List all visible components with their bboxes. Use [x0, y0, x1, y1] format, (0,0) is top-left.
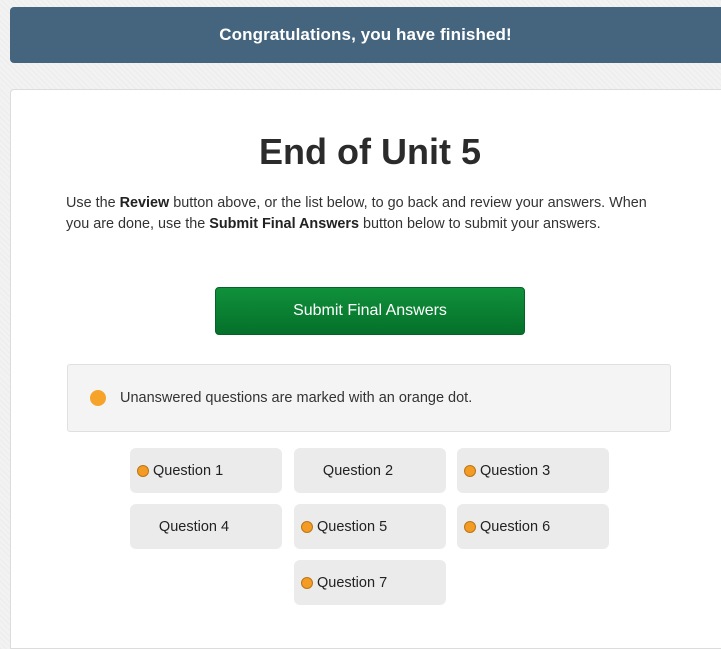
- instructions-part-1: Use the: [66, 195, 120, 211]
- question-label: Question 2: [322, 462, 394, 479]
- unit-summary-card: End of Unit 5 Use the Review button abov…: [10, 89, 721, 649]
- question-3-button[interactable]: Question 3: [457, 448, 609, 493]
- question-label: Question 5: [317, 518, 388, 535]
- question-label: Question 1: [153, 462, 224, 479]
- instructions-text: Use the Review button above, or the list…: [66, 193, 666, 234]
- question-label: Question 6: [480, 518, 551, 535]
- instructions-review-label: Review: [119, 195, 170, 211]
- question-7-button[interactable]: Question 7: [294, 560, 446, 605]
- question-label: Question 7: [317, 574, 388, 591]
- question-1-button[interactable]: Question 1: [130, 448, 282, 493]
- unanswered-dot-icon: [464, 520, 476, 533]
- question-4-button[interactable]: Question 4: [130, 504, 282, 549]
- unanswered-legend: Unanswered questions are marked with an …: [67, 364, 671, 432]
- unanswered-dot-icon: [301, 576, 313, 589]
- question-label: Question 3: [480, 462, 551, 479]
- instructions-submit-label: Submit Final Answers: [209, 215, 360, 232]
- banner-text: Congratulations, you have finished!: [219, 25, 512, 44]
- question-2-button[interactable]: Question 2: [294, 448, 446, 493]
- question-5-button[interactable]: Question 5: [294, 504, 446, 549]
- orange-dot-icon: [90, 390, 106, 406]
- instructions-part-3: button below to submit your answers.: [359, 215, 601, 232]
- unanswered-dot-icon: [301, 520, 313, 533]
- legend-text: Unanswered questions are marked with an …: [120, 390, 473, 406]
- submit-final-answers-button[interactable]: Submit Final Answers: [215, 287, 525, 335]
- unanswered-dot-icon: [464, 464, 476, 477]
- page-title: End of Unit 5: [259, 131, 481, 172]
- question-6-button[interactable]: Question 6: [457, 504, 609, 549]
- unanswered-dot-icon: [137, 464, 149, 477]
- completion-banner: Congratulations, you have finished!: [10, 7, 721, 63]
- question-label: Question 4: [158, 518, 230, 535]
